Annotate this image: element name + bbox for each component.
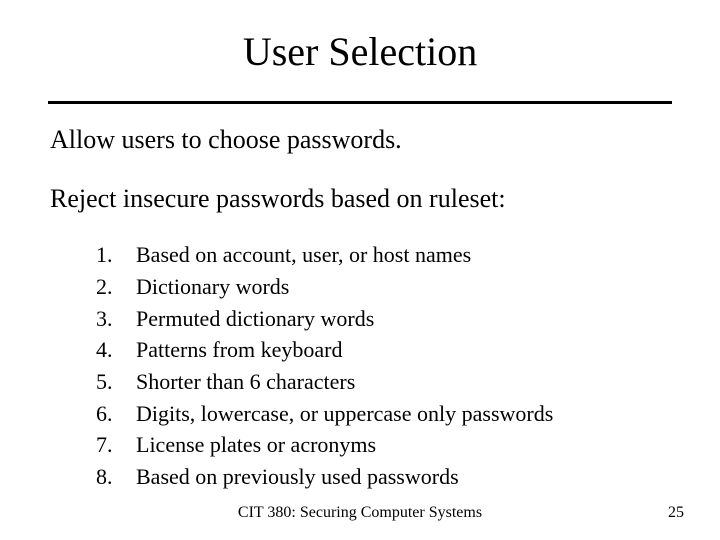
intro-paragraph-2: Reject insecure passwords based on rules…	[50, 181, 670, 216]
list-text: Digits, lowercase, or uppercase only pas…	[136, 399, 670, 429]
list-text: Based on account, user, or host names	[136, 240, 670, 270]
list-number: 7.	[96, 430, 136, 460]
list-number: 3.	[96, 304, 136, 334]
list-item: 7. License plates or acronyms	[96, 430, 670, 460]
list-item: 1. Based on account, user, or host names	[96, 240, 670, 270]
list-number: 5.	[96, 367, 136, 397]
list-item: 3. Permuted dictionary words	[96, 304, 670, 334]
rules-list: 1. Based on account, user, or host names…	[50, 240, 670, 492]
list-number: 8.	[96, 462, 136, 492]
slide-title: User Selection	[50, 28, 670, 85]
slide: User Selection Allow users to choose pas…	[0, 0, 720, 540]
list-text: Permuted dictionary words	[136, 304, 670, 334]
list-number: 1.	[96, 240, 136, 270]
page-number: 25	[668, 504, 684, 522]
list-text: Dictionary words	[136, 272, 670, 302]
list-item: 2. Dictionary words	[96, 272, 670, 302]
intro-paragraph-1: Allow users to choose passwords.	[50, 122, 670, 157]
list-text: Based on previously used passwords	[136, 462, 670, 492]
list-number: 6.	[96, 399, 136, 429]
list-text: License plates or acronyms	[136, 430, 670, 460]
list-item: 4. Patterns from keyboard	[96, 335, 670, 365]
footer-course: CIT 380: Securing Computer Systems	[238, 504, 482, 522]
list-text: Patterns from keyboard	[136, 335, 670, 365]
list-text: Shorter than 6 characters	[136, 367, 670, 397]
title-underline	[48, 101, 672, 104]
list-number: 4.	[96, 335, 136, 365]
footer: CIT 380: Securing Computer Systems	[0, 504, 720, 522]
list-item: 5. Shorter than 6 characters	[96, 367, 670, 397]
list-number: 2.	[96, 272, 136, 302]
list-item: 8. Based on previously used passwords	[96, 462, 670, 492]
list-item: 6. Digits, lowercase, or uppercase only …	[96, 399, 670, 429]
